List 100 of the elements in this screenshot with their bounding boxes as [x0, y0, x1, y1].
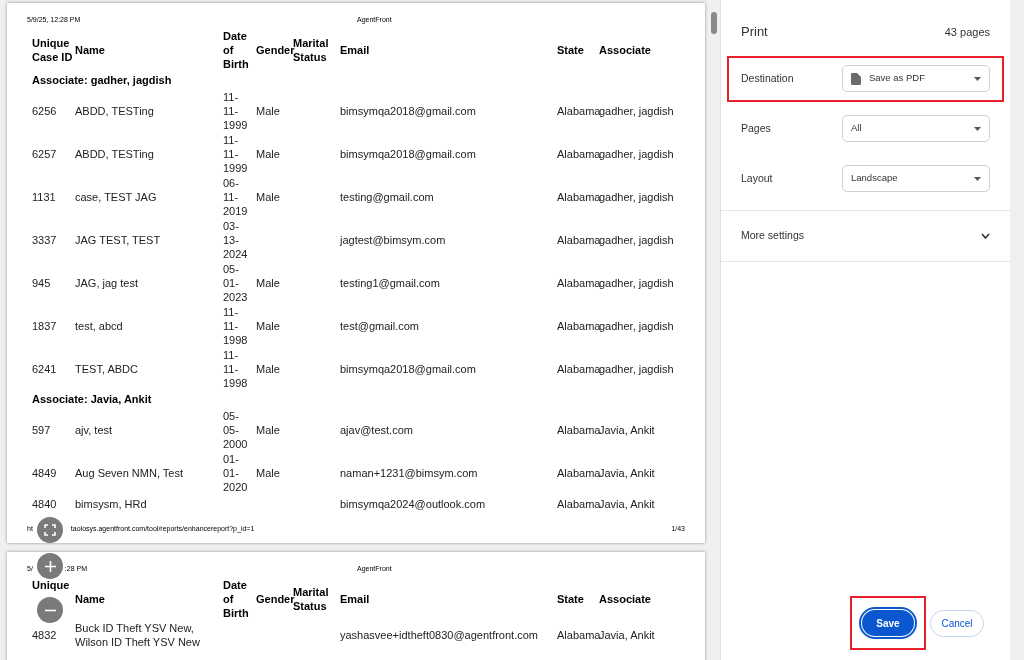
table-cell-text: 11-11-1999: [223, 89, 249, 132]
table-cell: Alabama: [557, 103, 599, 118]
panel-title: Print: [741, 23, 768, 41]
table-cell: Alabama: [557, 422, 599, 437]
table-cell-text: jagtest@bimsym.com: [340, 232, 447, 247]
table-cell-text: Javia, Ankit: [599, 627, 656, 642]
table-cell-text: case, TEST JAG: [75, 189, 158, 204]
caret-icon: [974, 126, 981, 131]
table-cell-text: bimsymqa2018@gmail.com: [340, 146, 477, 161]
table-cell: Male: [256, 423, 280, 436]
table-cell-text: 1131: [32, 189, 57, 204]
table-cell-text: testing@gmail.com: [340, 189, 435, 204]
table-cell-text: yashasvee+idtheft0830@agentfront.com: [340, 627, 539, 642]
page-count: 43 pages: [944, 24, 990, 40]
table-cell-text: 4849: [32, 465, 58, 480]
table-cell-text: 11-11-1999: [223, 132, 249, 175]
table-cell: Alabama: [557, 232, 599, 247]
table-cell-text: Javia, Ankit: [599, 465, 656, 480]
table-cell-text: ajv, test: [75, 422, 114, 437]
group-heading: Associate: gadher, jagdish: [32, 73, 172, 87]
table-cell-text: JAG, jag test: [75, 275, 139, 290]
table-cell-text: bimsymqa2018@gmail.com: [340, 361, 477, 376]
table-cell: Alabama: [557, 318, 599, 333]
table-cell-text: JAG TEST, TEST: [75, 232, 162, 247]
table-cell-text: TEST, ABDC: [75, 361, 139, 376]
column-header: Unique: [32, 578, 71, 592]
table-cell-text: gadher, jagdish: [599, 361, 675, 376]
table-cell: Male: [256, 466, 280, 479]
table-cell: Male: [256, 190, 280, 203]
table-cell-text: gadher, jagdish: [599, 103, 675, 118]
table-cell: Male: [256, 104, 280, 117]
table-cell-text: 05-01-2023: [223, 261, 249, 304]
table-cell-text: 6256: [32, 103, 58, 118]
table-cell-text: 1837: [32, 318, 58, 333]
table-cell-text: gadher, jagdish: [599, 189, 675, 204]
column-header: State: [557, 592, 585, 606]
column-header: Unique Case ID: [32, 36, 74, 64]
table-cell: Alabama: [557, 361, 599, 376]
table-cell-text: ajav@test.com: [340, 422, 414, 437]
table-cell-text: 06-11-2019: [223, 175, 249, 218]
column-header: Associate: [599, 592, 652, 606]
table-cell-text: ABDD, TESTing: [75, 146, 155, 161]
table-cell-text: 597: [32, 422, 52, 437]
table-cell-text: 11-11-1998: [223, 304, 249, 347]
column-header: Name: [75, 592, 106, 606]
save-button[interactable]: Save: [862, 610, 914, 636]
table-cell-text: test, abcd: [75, 318, 124, 333]
column-header: Associate: [599, 43, 652, 57]
chevron-icon: [981, 232, 990, 239]
table-cell-text: Javia, Ankit: [599, 422, 656, 437]
table-cell-text: Buck ID Theft YSV New, Wilson ID Theft YSV New: [75, 620, 201, 649]
table-cell: Alabama: [557, 497, 599, 511]
column-header: Email: [340, 592, 371, 606]
table-cell: Male: [256, 362, 280, 375]
table-cell-text: 4840: [32, 497, 58, 511]
table-cell-text: Javia, Ankit: [599, 497, 656, 511]
column-header: Name: [75, 43, 106, 57]
table-cell: Alabama: [557, 275, 599, 290]
setting-label: Layout: [741, 170, 773, 186]
plus-icon: [44, 560, 56, 572]
table-cell-text: naman+1231@bimsym.com: [340, 465, 479, 480]
table-cell-text: Aug Seven NMN, Test: [75, 465, 184, 480]
table-cell-text: 01-01-2020: [223, 451, 249, 494]
document-icon: [851, 72, 861, 85]
table-cell-text: 05-05-2000: [223, 408, 249, 451]
setting-dropdown[interactable]: Landscape: [842, 165, 990, 192]
setting-label: Pages: [741, 120, 771, 136]
table-cell-text: bimsymqa2018@gmail.com: [340, 103, 477, 118]
column-header: Date of Birth: [223, 578, 250, 620]
table-cell-text: ABDD, TESTing: [75, 103, 155, 118]
table-cell: Alabama: [557, 465, 599, 480]
more-settings-toggle[interactable]: More settings: [721, 210, 1010, 261]
table-cell: Alabama: [557, 189, 599, 204]
caret-icon: [974, 76, 981, 81]
table-cell-text: 945: [32, 275, 52, 290]
column-header: Email: [340, 43, 371, 57]
column-header: Gender: [256, 44, 293, 56]
table-cell: Alabama: [557, 146, 599, 161]
table-cell-text: gadher, jagdish: [599, 232, 675, 247]
table-cell: Male: [256, 147, 280, 160]
table-cell-text: 4832: [32, 627, 58, 642]
table-cell-text: 6241: [32, 361, 58, 376]
column-header: Date of Birth: [223, 29, 250, 71]
table-cell-text: gadher, jagdish: [599, 318, 675, 333]
column-header: Gender: [256, 593, 293, 605]
table-cell: Male: [256, 319, 280, 332]
setting-dropdown[interactable]: Save as PDF: [842, 65, 990, 92]
caret-icon: [974, 176, 981, 181]
table-cell-text: testing1@gmail.com: [340, 275, 441, 290]
table-cell: Male: [256, 276, 280, 289]
table-cell-text: 03-13-2024: [223, 218, 249, 261]
column-header: State: [557, 43, 585, 57]
setting-dropdown[interactable]: All: [842, 115, 990, 142]
fullscreen-icon: [44, 524, 56, 536]
table-cell-text: bimsysm, HRd: [75, 497, 148, 511]
table-cell-text: 11-11-1998: [223, 347, 249, 390]
table-cell-text: gadher, jagdish: [599, 146, 675, 161]
table-cell-text: bimsymqa2024@outlook.com: [340, 497, 487, 511]
group-heading: Associate: Javia, Ankit: [32, 392, 152, 406]
setting-label: Destination: [741, 70, 794, 86]
